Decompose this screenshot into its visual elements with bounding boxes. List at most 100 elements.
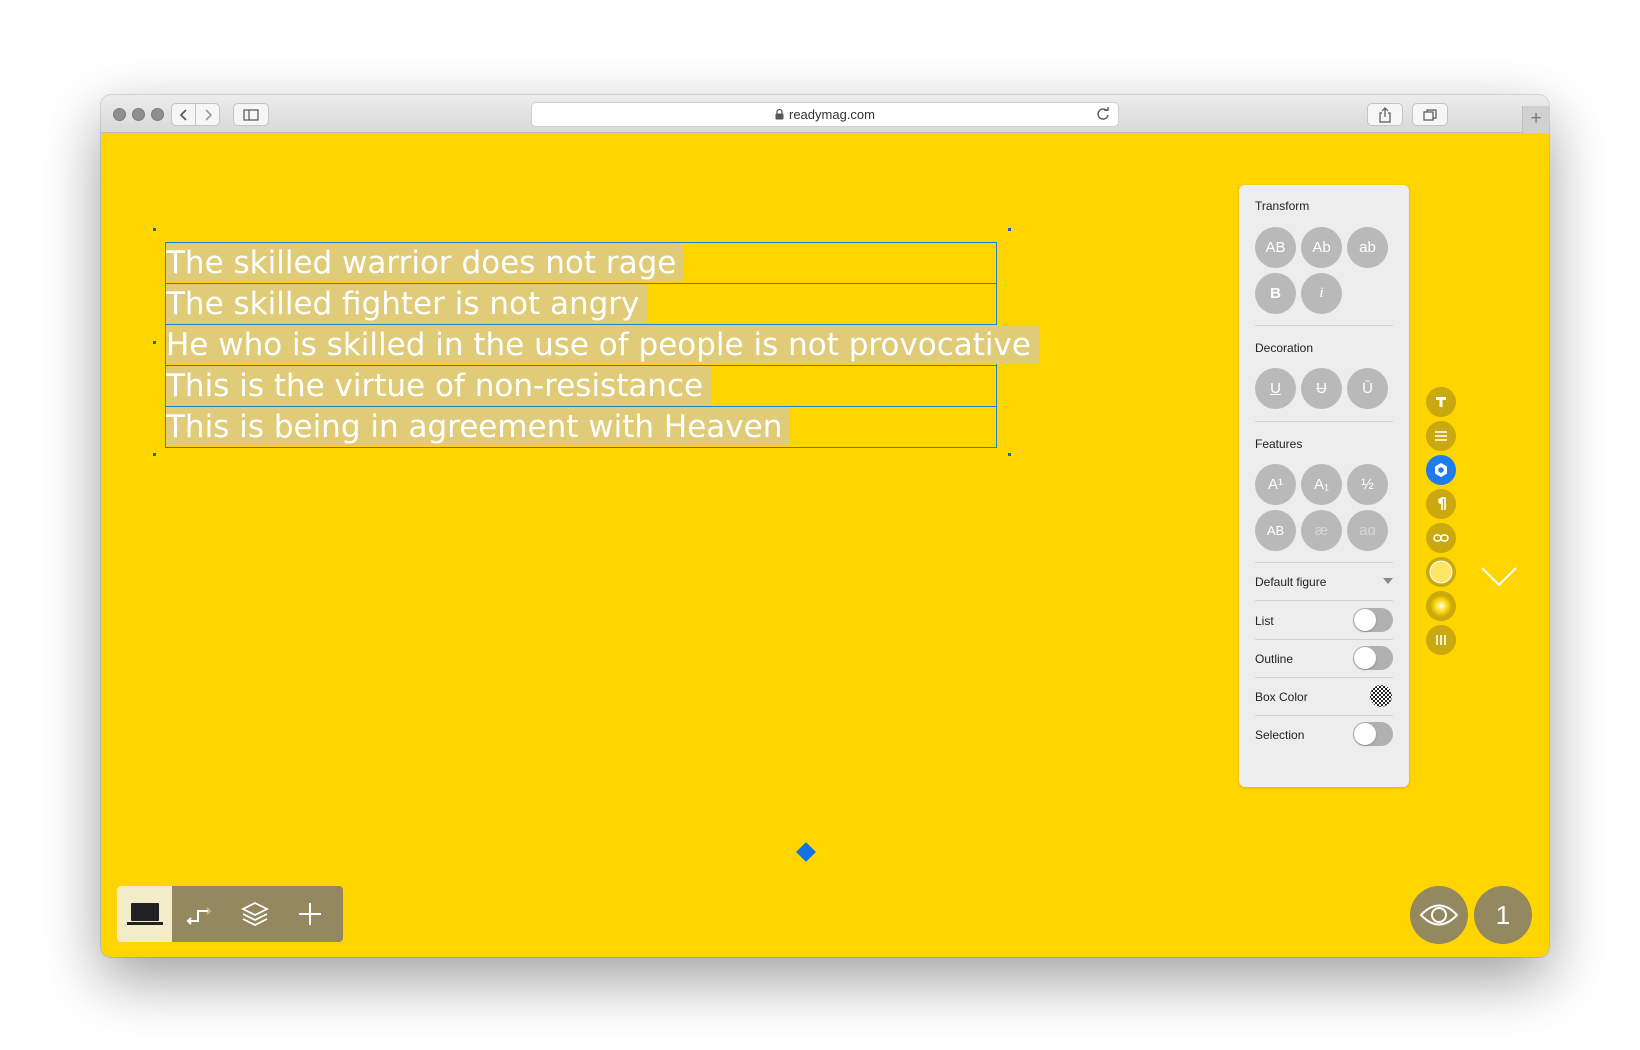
figure-select[interactable]: Default figure xyxy=(1255,575,1326,589)
browser-window: readymag.com + The skilled warrior does … xyxy=(101,95,1549,957)
sidebar-button[interactable] xyxy=(233,103,269,126)
subscript-button[interactable]: A₁ xyxy=(1301,464,1342,505)
color-icon xyxy=(1429,560,1453,584)
selection-handle[interactable] xyxy=(153,228,156,231)
page-number-button[interactable]: 1 xyxy=(1474,886,1532,944)
selection-handle[interactable] xyxy=(153,341,156,344)
layers-icon xyxy=(240,901,269,927)
chevron-down-icon[interactable] xyxy=(1383,578,1393,585)
collapse-chevron-icon[interactable] xyxy=(1481,567,1517,587)
style-icon xyxy=(1435,463,1447,477)
reload-icon[interactable] xyxy=(1096,107,1110,121)
text-line-content: This is being in agreement with Heaven xyxy=(166,407,791,446)
text-line[interactable]: He who is skilled in the use of people i… xyxy=(165,324,1039,366)
list-toggle[interactable] xyxy=(1353,608,1393,632)
capitalize-button[interactable]: Ab xyxy=(1301,227,1342,268)
zoom-window-button[interactable] xyxy=(151,108,164,121)
tabs-button[interactable] xyxy=(1412,103,1448,126)
italic-button[interactable]: i xyxy=(1301,273,1342,314)
minimize-window-button[interactable] xyxy=(132,108,145,121)
transparent-color-swatch-icon[interactable] xyxy=(1369,684,1393,708)
text-line[interactable]: The skilled fighter is not angry xyxy=(165,283,997,325)
lowercase-button[interactable]: ab xyxy=(1347,227,1388,268)
features-title: Features xyxy=(1255,437,1303,451)
page-number: 1 xyxy=(1495,899,1511,930)
strikethrough-button[interactable]: U xyxy=(1301,368,1342,409)
text-line-content: The skilled warrior does not rage xyxy=(166,243,685,282)
back-icon xyxy=(179,108,187,121)
color-button[interactable] xyxy=(1426,557,1456,587)
back-button[interactable] xyxy=(171,103,196,126)
divider xyxy=(1255,562,1393,563)
divider xyxy=(1255,715,1393,716)
transition-icon xyxy=(186,907,211,925)
typography-panel: Transform AB Ab ab B i Decoration U U Ū … xyxy=(1239,185,1409,787)
new-tab-icon: + xyxy=(1530,108,1542,129)
columns-icon xyxy=(1436,635,1446,645)
text-line-content: He who is skilled in the use of people i… xyxy=(166,325,1039,364)
add-widget-button[interactable] xyxy=(282,886,337,942)
glow-icon xyxy=(1430,595,1452,617)
text-block[interactable]: The skilled warrior does not rage The sk… xyxy=(165,242,1039,453)
glow-button[interactable] xyxy=(1426,591,1456,621)
new-tab-button[interactable]: + xyxy=(1522,106,1549,133)
text-type-icon xyxy=(1436,397,1446,407)
bold-button[interactable]: B xyxy=(1255,273,1296,314)
add-icon xyxy=(298,903,321,925)
desktop-icon xyxy=(126,903,163,925)
divider xyxy=(1255,421,1393,422)
alternates-button[interactable]: aɑ xyxy=(1347,510,1388,551)
url-text: readymag.com xyxy=(789,107,875,122)
small-caps-button[interactable]: AB xyxy=(1255,510,1296,551)
fractions-button[interactable]: ½ xyxy=(1347,464,1388,505)
underline-button[interactable]: U xyxy=(1255,368,1296,409)
transition-button[interactable] xyxy=(172,886,227,942)
uppercase-button[interactable]: AB xyxy=(1255,227,1296,268)
anchor-point[interactable] xyxy=(796,842,816,862)
forward-button[interactable] xyxy=(195,103,220,126)
link-icon xyxy=(1433,534,1449,542)
selection-handle[interactable] xyxy=(1008,228,1011,231)
layers-button[interactable] xyxy=(227,886,282,942)
box-color-label: Box Color xyxy=(1255,690,1308,704)
text-line[interactable]: This is being in agreement with Heaven xyxy=(165,406,997,448)
selection-label: Selection xyxy=(1255,728,1305,742)
preview-button[interactable] xyxy=(1410,886,1468,944)
style-button[interactable] xyxy=(1426,455,1456,485)
outline-toggle[interactable] xyxy=(1353,646,1393,670)
outline-label: Outline xyxy=(1255,652,1294,666)
selection-toggle[interactable] xyxy=(1353,722,1393,746)
align-button[interactable] xyxy=(1426,421,1456,451)
sidebar-icon xyxy=(243,108,259,121)
address-bar[interactable]: readymag.com xyxy=(531,102,1119,127)
divider xyxy=(1255,677,1393,678)
text-line[interactable]: The skilled warrior does not rage xyxy=(165,242,997,284)
text-line[interactable]: This is the virtue of non-resistance xyxy=(165,365,997,407)
text-line-content: This is the virtue of non-resistance xyxy=(166,366,712,405)
selection-handle[interactable] xyxy=(153,453,156,456)
ligatures-button[interactable]: æ xyxy=(1301,510,1342,551)
forward-icon xyxy=(204,108,212,121)
bottom-toolbar xyxy=(117,886,343,942)
desktop-view-button[interactable] xyxy=(117,886,172,942)
text-type-button[interactable] xyxy=(1426,387,1456,417)
text-line-content: The skilled fighter is not angry xyxy=(166,284,648,323)
tabs-icon xyxy=(1423,108,1437,121)
selection-handle[interactable] xyxy=(1008,453,1011,456)
paragraph-button[interactable] xyxy=(1426,489,1456,519)
superscript-button[interactable]: A¹ xyxy=(1255,464,1296,505)
overline-button[interactable]: Ū xyxy=(1347,368,1388,409)
eye-icon xyxy=(1419,904,1459,926)
share-button[interactable] xyxy=(1367,103,1403,126)
decoration-title: Decoration xyxy=(1255,341,1314,355)
align-icon xyxy=(1435,431,1447,441)
close-window-button[interactable] xyxy=(113,108,126,121)
transform-title: Transform xyxy=(1255,199,1310,213)
columns-button[interactable] xyxy=(1426,625,1456,655)
editor-canvas[interactable]: The skilled warrior does not rage The sk… xyxy=(101,133,1549,957)
link-button[interactable] xyxy=(1426,523,1456,553)
paragraph-icon xyxy=(1438,497,1446,510)
divider xyxy=(1255,600,1393,601)
browser-titlebar: readymag.com + xyxy=(101,95,1549,133)
share-icon xyxy=(1379,106,1391,123)
